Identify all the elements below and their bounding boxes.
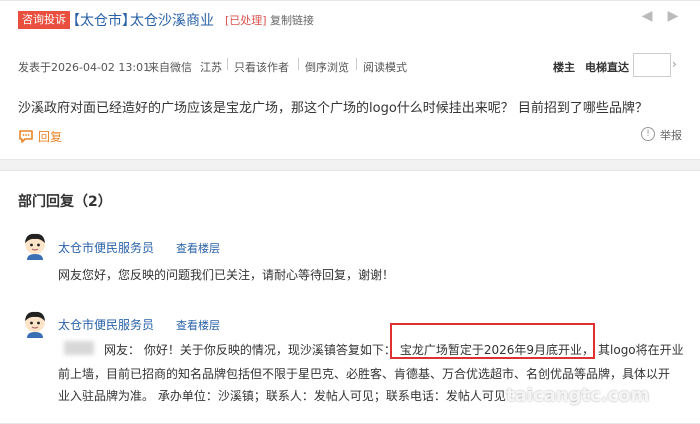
reply-text: 网友您好，您反映的问题我们已关注，请耐心等待回复，谢谢！ bbox=[58, 268, 395, 282]
department-replies-card: 部门回复（2） 太仓市便民服务员 查看楼层 网友您好，您反映的问题我们已关注，请… bbox=[0, 170, 700, 424]
post-location: 江苏 bbox=[200, 61, 222, 74]
view-floor-link[interactable]: 查看楼层 bbox=[176, 317, 220, 333]
divider bbox=[356, 58, 357, 70]
reply-author[interactable]: 太仓市便民服务员 bbox=[58, 316, 154, 333]
reply-line-1-prefix: 网友： 你好！关于你反映的情况，现沙溪镇答复如下： bbox=[104, 343, 396, 357]
divider bbox=[227, 58, 228, 70]
prev-thread-icon[interactable]: ◀ bbox=[638, 8, 656, 24]
reply-author[interactable]: 太仓市便民服务员 bbox=[58, 239, 154, 256]
reply-line-3: 业入驻品牌为准。 承办单位：沙溪镇；联系人：发帖人可见；联系电话：发帖人可见 bbox=[58, 389, 506, 403]
highlight-box bbox=[390, 323, 595, 359]
reply-icon[interactable] bbox=[18, 128, 34, 143]
forum-link[interactable]: 【太仓市】 bbox=[66, 10, 136, 30]
chevron-right-icon[interactable]: › bbox=[672, 57, 677, 71]
only-author-link[interactable]: 只看该作者 bbox=[234, 59, 289, 75]
reply-line-2: 前上墙，目前已招商的知名品牌包括但不限于星巴克、必胜客、肯德基、万合优选超市、名… bbox=[58, 367, 671, 381]
post-card: 咨询投诉 【太仓市】 太仓沙溪商业 [已处理] 复制链接 ◀ ▶ 发表于2026… bbox=[0, 0, 700, 160]
reply-line-1-suffix: 其logo将在开业 bbox=[598, 343, 684, 357]
next-thread-icon[interactable]: ▶ bbox=[664, 8, 682, 24]
thread-title[interactable]: 太仓沙溪商业 bbox=[130, 10, 214, 30]
watermark: taicangtc.com bbox=[506, 385, 650, 406]
avatar bbox=[22, 232, 48, 260]
elevator-label: 电梯直达 bbox=[585, 61, 629, 74]
post-time: 发表于2026-04-02 13:01 bbox=[18, 61, 151, 74]
reverse-order-link[interactable]: 倒序浏览 bbox=[305, 59, 349, 75]
blurred-username bbox=[64, 341, 94, 355]
floor-input[interactable] bbox=[633, 53, 671, 77]
view-floor-link[interactable]: 查看楼层 bbox=[176, 240, 220, 256]
category-tag[interactable]: 咨询投诉 bbox=[18, 11, 70, 29]
avatar bbox=[22, 310, 48, 338]
report-button[interactable]: 举报 bbox=[660, 127, 682, 143]
report-icon[interactable]: ! bbox=[641, 127, 655, 141]
section-title: 部门回复（2） bbox=[18, 194, 112, 210]
post-content: 沙溪政府对面已经造好的广场应该是宝龙广场，那这个广场的logo什么时候挂出来呢？… bbox=[18, 101, 648, 116]
reading-mode-link[interactable]: 阅读模式 bbox=[363, 59, 407, 75]
reply-button[interactable]: 回复 bbox=[38, 128, 62, 145]
copy-link-button[interactable]: 复制链接 bbox=[270, 12, 314, 28]
post-source: 来自微信 bbox=[148, 61, 192, 74]
divider bbox=[298, 58, 299, 70]
floor-owner-label: 楼主 bbox=[553, 61, 575, 74]
status-badge: [已处理] bbox=[225, 14, 267, 27]
